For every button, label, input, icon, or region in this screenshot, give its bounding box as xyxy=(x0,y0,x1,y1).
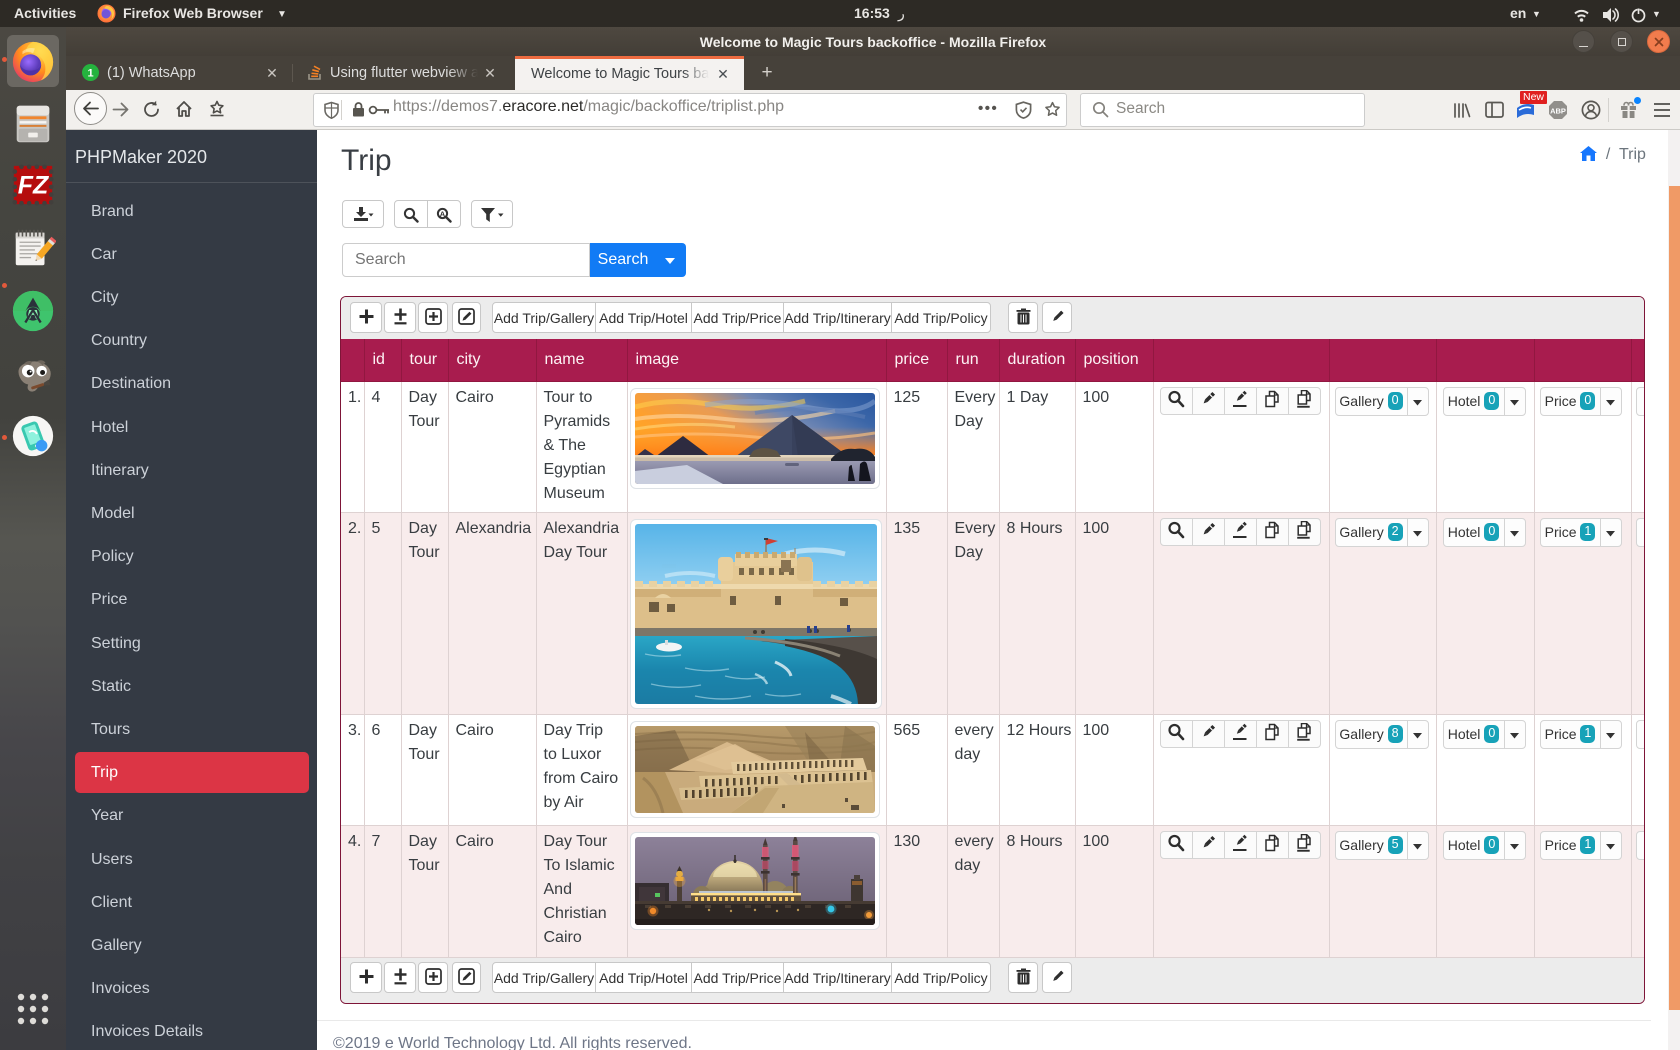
svg-text:FZ: FZ xyxy=(18,172,49,200)
svg-text:1: 1 xyxy=(87,68,93,80)
svg-text:ABP: ABP xyxy=(1550,106,1566,115)
